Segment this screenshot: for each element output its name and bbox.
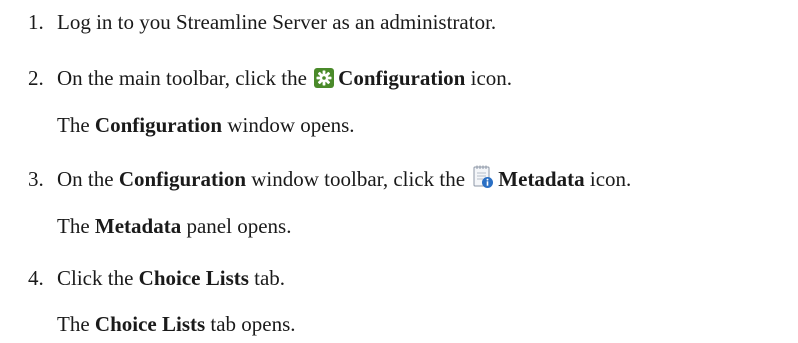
step-number: 4. bbox=[28, 266, 44, 290]
metadata-label: Metadata bbox=[498, 167, 585, 191]
step-result-text: The Configuration window opens. bbox=[57, 113, 355, 137]
step-number: 3. bbox=[28, 167, 44, 191]
step-result-text: The Choice Lists tab opens. bbox=[57, 312, 296, 336]
choice-lists-label: Choice Lists bbox=[138, 266, 249, 290]
configuration-label: Configuration bbox=[338, 66, 466, 90]
step-result-text: The Metadata panel opens. bbox=[57, 214, 292, 238]
step-text: Click the Choice Lists tab. bbox=[57, 266, 286, 290]
step-number: 1. bbox=[28, 10, 44, 34]
metadata-icon bbox=[472, 165, 494, 197]
step-text: On the Configuration window toolbar, cli… bbox=[57, 164, 631, 197]
step-number: 2. bbox=[28, 66, 44, 90]
gear-icon bbox=[314, 66, 335, 96]
step-text: Log in to you Streamline Server as an ad… bbox=[57, 10, 497, 34]
step-text: On the main toolbar, click the Configura… bbox=[57, 63, 512, 96]
